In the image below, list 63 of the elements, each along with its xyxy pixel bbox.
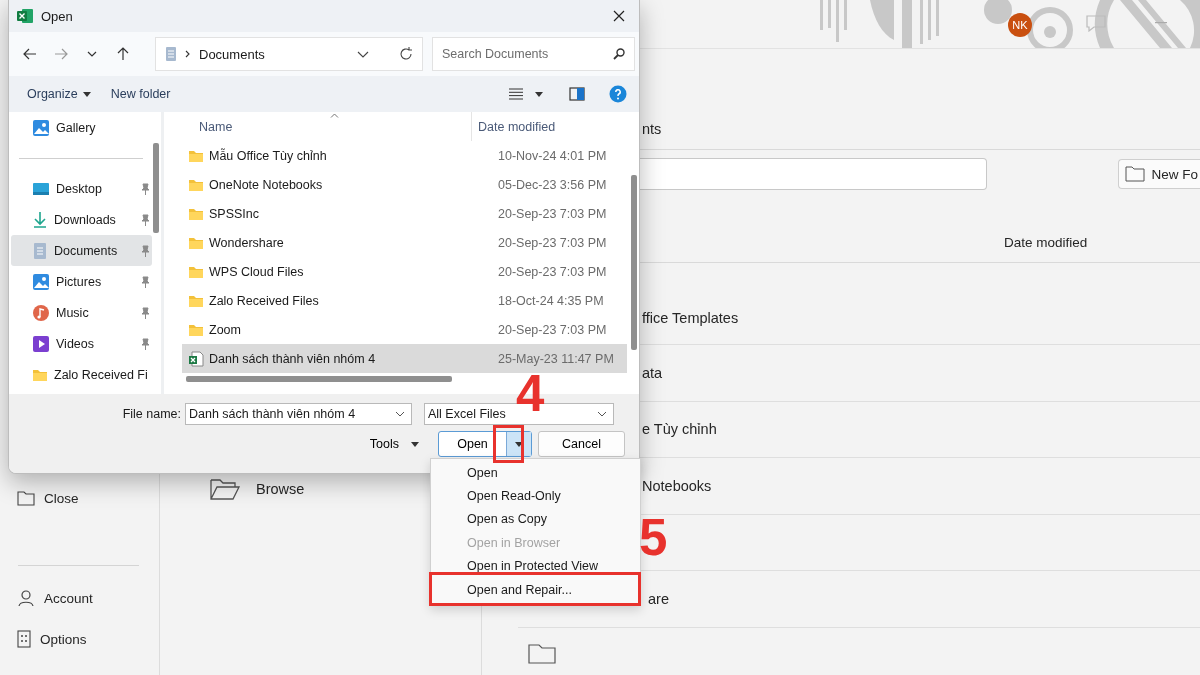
menu-item[interactable]: Open and Repair... xyxy=(431,577,640,602)
file-name: Danh sách thành viên nhóm 4 xyxy=(209,351,377,366)
file-row[interactable]: Zalo Received Files 18-Oct-24 4:35 PM xyxy=(182,286,627,315)
step-number: 5 xyxy=(639,512,668,563)
file-name-field[interactable]: Danh sách thành viên nhóm 4 xyxy=(185,403,412,425)
date-modified: 25-May-23 11:47 PM xyxy=(498,351,614,366)
list-item[interactable]: ffice Templates xyxy=(642,310,739,326)
file-row[interactable]: Danh sách thành viên nhóm 4 25-May-23 11:47 PM xyxy=(182,344,627,373)
file-row[interactable]: WPS Cloud Files 20-Sep-23 7:03 PM xyxy=(182,257,627,286)
list-item[interactable]: are xyxy=(648,590,669,607)
sidebar-item[interactable]: Videos xyxy=(11,328,152,359)
file-row[interactable]: SPSSInc 20-Sep-23 7:03 PM xyxy=(182,199,627,228)
sidebar-item[interactable]: Zalo Received Fi xyxy=(11,359,152,390)
address-bar[interactable]: Documents xyxy=(155,37,423,71)
date-modified: 20-Sep-23 7:03 PM xyxy=(498,264,607,279)
search-input[interactable]: Search Documents xyxy=(440,46,613,62)
breadcrumb-item[interactable]: Documents xyxy=(199,46,265,62)
field-label: File name: xyxy=(122,407,181,421)
list-item[interactable]: e Tùy chỉnh xyxy=(642,421,717,438)
menu-item[interactable]: Open Read-Only xyxy=(431,484,640,508)
sidebar-item[interactable]: Documents xyxy=(11,235,152,266)
avatar[interactable]: NK xyxy=(1008,13,1032,37)
menu-item[interactable]: Open xyxy=(431,461,640,485)
nav-item[interactable]: Account xyxy=(0,586,159,610)
list-item[interactable]: Notebooks xyxy=(642,477,712,494)
date-modified: 20-Sep-23 7:03 PM xyxy=(498,322,607,337)
menu-item[interactable]: Open in Protected View xyxy=(431,554,640,578)
nav-item[interactable]: Options xyxy=(0,627,159,651)
file-name: Mẫu Office Tùy chỉnh xyxy=(209,148,328,163)
file-name: Wondershare xyxy=(209,235,285,250)
date-modified: 18-Oct-24 4:35 PM xyxy=(498,293,604,308)
sidebar-item[interactable]: Gallery xyxy=(11,112,152,143)
section-heading: nts xyxy=(642,121,662,137)
column-header[interactable]: Date modified xyxy=(1004,235,1088,250)
file-row[interactable]: Zoom 20-Sep-23 7:03 PM xyxy=(182,315,627,344)
nav-item[interactable]: Close xyxy=(0,486,159,510)
date-modified: 05-Dec-23 3:56 PM xyxy=(498,177,607,192)
new-folder-button[interactable]: New folder xyxy=(102,83,179,105)
file-row[interactable]: Wondershare 20-Sep-23 7:03 PM xyxy=(182,228,627,257)
file-row[interactable]: Mẫu Office Tùy chỉnh 10-Nov-24 4:01 PM xyxy=(182,141,627,170)
date-modified: 20-Sep-23 7:03 PM xyxy=(498,206,607,221)
list-item[interactable]: ata xyxy=(642,364,663,381)
date-modified: 10-Nov-24 4:01 PM xyxy=(498,148,607,163)
new-folder-button[interactable]: New Fo xyxy=(1118,159,1200,189)
sidebar-item[interactable]: Downloads xyxy=(11,204,152,235)
cancel-button[interactable]: Cancel xyxy=(538,431,625,457)
date-modified: 20-Sep-23 7:03 PM xyxy=(498,235,607,250)
file-row[interactable]: OneNote Notebooks 05-Dec-23 3:56 PM xyxy=(182,170,627,199)
sidebar-item[interactable]: Music xyxy=(11,297,152,328)
window-title: Open xyxy=(41,8,73,24)
file-name: OneNote Notebooks xyxy=(209,177,324,192)
column-header[interactable]: Name xyxy=(196,116,471,137)
file-name: Zoom xyxy=(209,322,242,337)
sidebar-item[interactable]: Pictures xyxy=(11,266,152,297)
sidebar-item[interactable]: Desktop xyxy=(11,173,152,204)
file-name: WPS Cloud Files xyxy=(209,264,305,279)
column-header[interactable]: Date modified xyxy=(471,112,562,141)
menu-item[interactable]: Open as Copy xyxy=(431,507,640,532)
file-name: Zalo Received Files xyxy=(209,293,320,308)
search-field[interactable]: Search Documents xyxy=(432,37,635,71)
file-name: SPSSInc xyxy=(209,206,261,221)
tools-button[interactable]: Tools xyxy=(365,437,423,451)
organize-button[interactable]: Organize xyxy=(19,83,99,105)
